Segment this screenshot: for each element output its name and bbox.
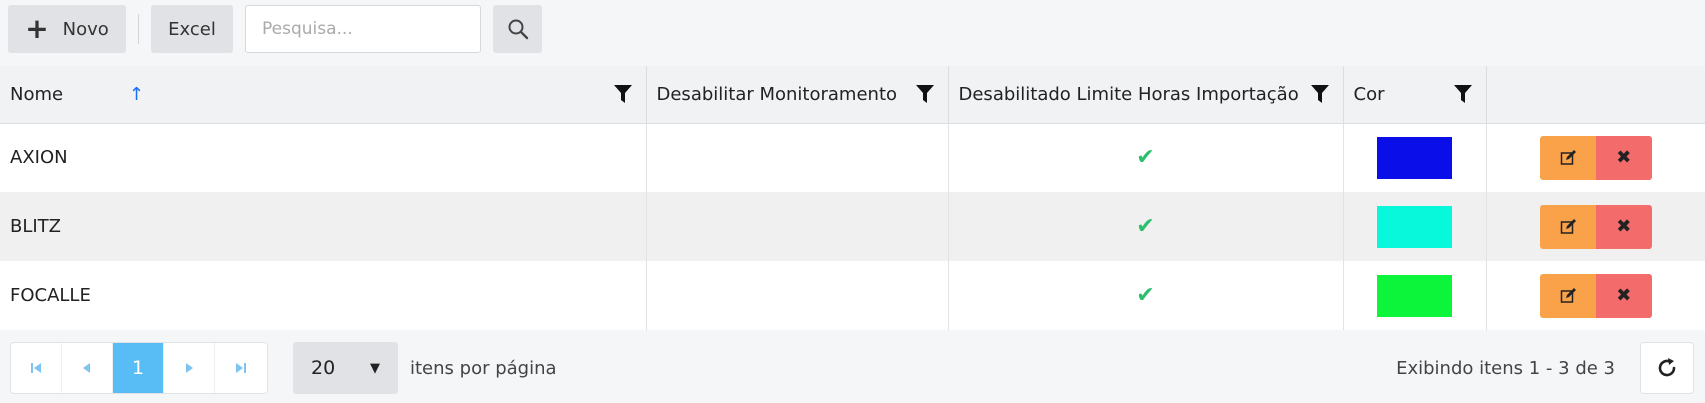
cell-cor: [1343, 261, 1487, 330]
filter-icon[interactable]: [613, 85, 632, 103]
first-page-icon: [31, 363, 41, 373]
cell-actions: ✖: [1486, 261, 1705, 330]
plus-icon: +: [25, 12, 49, 45]
search-button[interactable]: [493, 5, 542, 53]
page-1-button[interactable]: 1: [113, 343, 164, 393]
data-grid: Nome ↑ Desabilitar Monitoramento Desabil…: [0, 66, 1705, 330]
last-page-icon: [235, 363, 246, 373]
cell-actions: ✖: [1486, 192, 1705, 261]
table-row[interactable]: FOCALLE ✔ ✖: [0, 261, 1705, 330]
edit-button[interactable]: [1539, 135, 1596, 180]
edit-button[interactable]: [1539, 204, 1596, 249]
grid-footer: 1 20 ▼ itens por página Exibindo itens 1…: [0, 330, 1705, 403]
header-row: Nome ↑ Desabilitar Monitoramento Desabil…: [0, 66, 1705, 124]
edit-icon: [1560, 287, 1576, 303]
excel-button[interactable]: Excel: [151, 5, 233, 53]
next-page-button[interactable]: [164, 343, 215, 393]
table-row[interactable]: AXION ✔ ✖: [0, 123, 1705, 192]
page-size-select[interactable]: 20 ▼: [293, 342, 398, 394]
column-header-label: Desabilitado Limite Horas Importação: [958, 83, 1299, 105]
color-swatch: [1377, 205, 1452, 248]
pager-info: Exibindo itens 1 - 3 de 3: [1396, 358, 1615, 379]
per-page-label: itens por página: [410, 358, 557, 379]
filter-icon[interactable]: [1453, 85, 1472, 103]
color-swatch: [1377, 136, 1452, 179]
refresh-button[interactable]: [1640, 342, 1694, 394]
delete-button[interactable]: ✖: [1595, 204, 1652, 249]
first-page-button[interactable]: [11, 343, 62, 393]
cell-desabilitado-limite: ✔: [948, 261, 1344, 330]
next-page-icon: [186, 363, 193, 373]
edit-icon: [1560, 149, 1576, 165]
check-icon: ✔: [1136, 283, 1155, 308]
cell-cor: [1343, 123, 1487, 192]
color-swatch: [1377, 274, 1452, 317]
prev-page-button[interactable]: [62, 343, 113, 393]
column-header-desabilitar-monitoramento[interactable]: Desabilitar Monitoramento: [646, 66, 949, 124]
prev-page-icon: [83, 363, 90, 373]
last-page-button[interactable]: [215, 343, 266, 393]
toolbar-divider: [138, 14, 139, 44]
cell-nome: BLITZ: [0, 192, 647, 261]
page-size-value: 20: [311, 357, 336, 379]
cell-desabilitado-limite: ✔: [948, 123, 1344, 192]
search-input[interactable]: [245, 5, 481, 53]
pager: 1: [10, 342, 268, 394]
excel-button-label: Excel: [168, 18, 216, 40]
check-icon: ✔: [1136, 214, 1155, 239]
cell-desabilitado-limite: ✔: [948, 192, 1344, 261]
column-header-desabilitado-limite[interactable]: Desabilitado Limite Horas Importação: [948, 66, 1344, 124]
toolbar: + Novo Excel: [0, 0, 1705, 64]
new-button-label: Novo: [62, 18, 109, 40]
cell-desabilitar-monitoramento: [646, 261, 949, 330]
column-header-label: Desabilitar Monitoramento: [656, 83, 898, 105]
cell-desabilitar-monitoramento: [646, 123, 949, 192]
column-header-actions: [1486, 66, 1705, 124]
cell-nome: FOCALLE: [0, 261, 647, 330]
filter-icon[interactable]: [915, 85, 934, 103]
delete-button[interactable]: ✖: [1595, 135, 1652, 180]
filter-icon[interactable]: [1310, 85, 1329, 103]
delete-button[interactable]: ✖: [1595, 273, 1652, 318]
column-header-cor[interactable]: Cor: [1343, 66, 1487, 124]
close-icon: ✖: [1616, 147, 1632, 169]
cell-nome: AXION: [0, 123, 647, 192]
check-icon: ✔: [1136, 145, 1155, 171]
table-row[interactable]: BLITZ ✔ ✖: [0, 192, 1705, 261]
cell-cor: [1343, 192, 1487, 261]
cell-desabilitar-monitoramento: [646, 192, 949, 261]
edit-icon: [1560, 218, 1576, 234]
search-icon: [508, 19, 528, 40]
column-header-label: Cor: [1353, 83, 1385, 105]
refresh-icon: [1658, 358, 1676, 377]
column-header-nome[interactable]: Nome ↑: [0, 66, 647, 124]
column-header-label: Nome: [10, 83, 64, 105]
cell-actions: ✖: [1486, 123, 1705, 192]
arrow-up-icon: ↑: [128, 83, 144, 105]
close-icon: ✖: [1616, 285, 1632, 306]
close-icon: ✖: [1616, 216, 1632, 237]
edit-button[interactable]: [1539, 273, 1596, 318]
caret-down-icon: ▼: [370, 360, 380, 376]
new-button[interactable]: + Novo: [8, 5, 126, 53]
